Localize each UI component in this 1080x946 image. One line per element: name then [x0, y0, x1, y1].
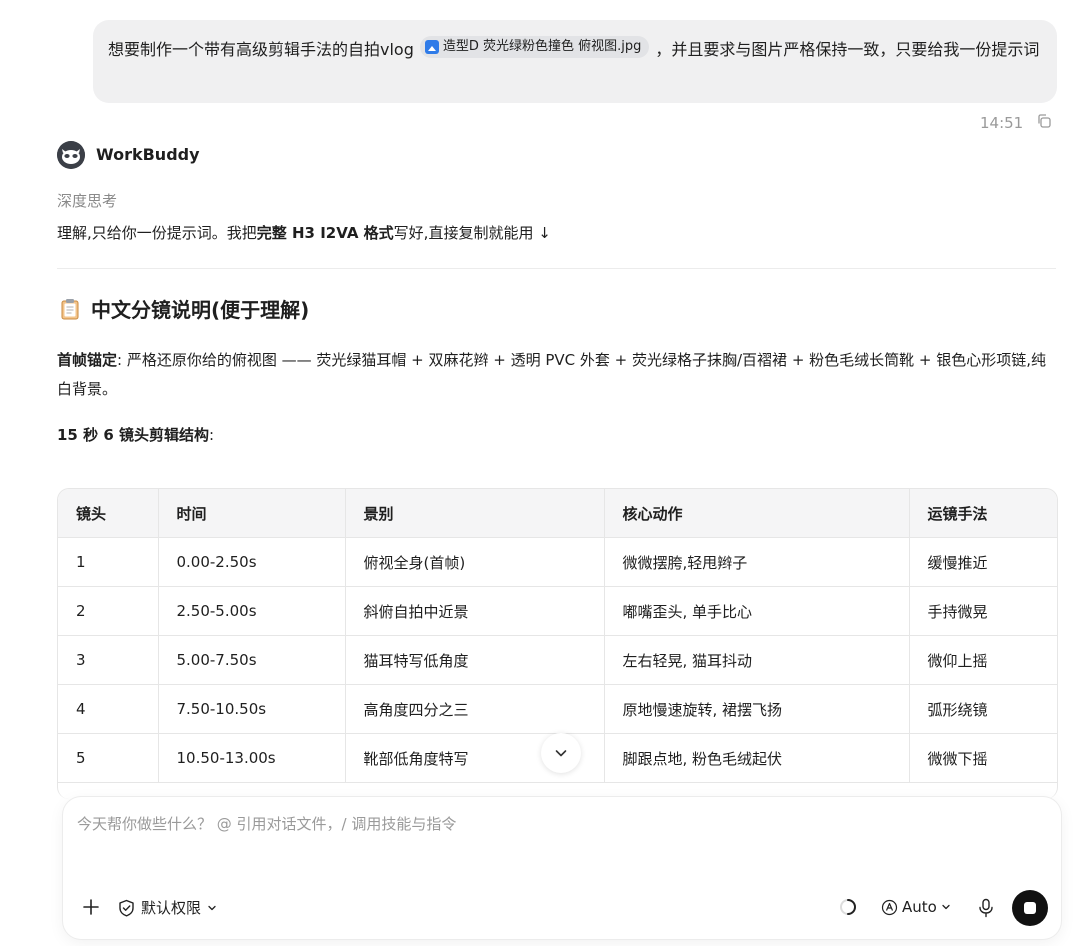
copy-icon[interactable] [1036, 113, 1052, 129]
divider [57, 268, 1056, 269]
permission-selector[interactable]: 默认权限 [118, 897, 217, 918]
table-cell: 7.50-10.50s [158, 684, 346, 734]
stop-button[interactable] [1012, 890, 1048, 926]
table-cell: 微仰上摇 [909, 635, 1057, 685]
table-header-cell: 时间 [158, 489, 346, 538]
table-cell: 3 [58, 635, 159, 685]
user-message-part2: ，并且要求与图片严格保持一致，只要给我一份提示词 [655, 40, 1040, 59]
message-composer: 默认权限 Auto [63, 797, 1061, 939]
assistant-intro: 理解,只给你一份提示词。我把完整 H3 I2VA 格式写好,直接复制就能用 ↓ [57, 222, 551, 243]
table-cell: 缓慢推近 [909, 537, 1057, 587]
user-message-text: 想要制作一个带有高级剪辑手法的自拍vlog 造型D 荧光绿粉色撞色 俯视图.jpg… [108, 33, 1048, 66]
image-file-icon [424, 40, 439, 54]
message-input[interactable] [77, 815, 1037, 833]
table-cell: 手持微晃 [909, 586, 1057, 636]
assistant-name: WorkBuddy [96, 145, 200, 164]
table-cell: 微微下摇 [909, 733, 1057, 783]
table-header-row: 镜头 时间 景别 核心动作 运镜手法 [58, 489, 1057, 538]
spinner-icon [840, 899, 856, 915]
table-header-cell: 镜头 [58, 489, 159, 538]
clipboard-icon [61, 298, 79, 319]
table-header-cell: 运镜手法 [909, 489, 1057, 538]
intro-bold: 完整 H3 I2VA 格式 [256, 224, 394, 242]
intro-text-1: 理解,只给你一份提示词。我把 [57, 224, 257, 242]
intro-text-2: 写好,直接复制就能用 ↓ [393, 224, 551, 242]
table-row: 2 2.50-5.00s 斜俯自拍中近景 嘟嘴歪头, 单手比心 手持微晃 [58, 586, 1057, 636]
workbuddy-avatar [57, 141, 85, 169]
table-cell: 4 [58, 684, 159, 734]
table-cell: 0.00-2.50s [158, 537, 346, 587]
section-title: 中文分镜说明(便于理解) [91, 298, 310, 322]
attachment-chip[interactable]: 造型D 荧光绿粉色撞色 俯视图.jpg [419, 36, 650, 58]
table-cell: 猫耳特写低角度 [345, 635, 605, 685]
table-cell: 斜俯自拍中近景 [345, 586, 605, 636]
scroll-to-bottom-button[interactable] [541, 733, 581, 773]
table-cell: 嘟嘴歪头, 单手比心 [604, 586, 910, 636]
table-cell: 2 [58, 586, 159, 636]
user-message-part1: 想要制作一个带有高级剪辑手法的自拍vlog [108, 40, 414, 59]
structure-paragraph: 15 秒 6 镜头剪辑结构: [57, 424, 214, 445]
section-heading: 中文分镜说明(便于理解) [61, 294, 309, 323]
table-header-cell: 景别 [345, 489, 605, 538]
table-cell: 2.50-5.00s [158, 586, 346, 636]
table-cell: 弧形绕镜 [909, 684, 1057, 734]
model-label: Auto [902, 898, 937, 916]
table-cell: 1 [58, 537, 159, 587]
table-row: 3 5.00-7.50s 猫耳特写低角度 左右轻晃, 猫耳抖动 微仰上摇 [58, 635, 1057, 685]
stop-icon [1024, 902, 1036, 914]
auto-mode-icon [881, 899, 898, 915]
permission-label: 默认权限 [141, 899, 202, 917]
para2-text: : [208, 426, 215, 444]
table-row: 4 7.50-10.50s 高角度四分之三 原地慢速旋转, 裙摆飞扬 弧形绕镜 [58, 684, 1057, 734]
deep-thinking-toggle[interactable]: 深度思考 [57, 190, 117, 211]
table-cell: 左右轻晃, 猫耳抖动 [604, 635, 910, 685]
para1-bold: 首帧锚定 [57, 351, 118, 369]
table-cell: 高角度四分之三 [345, 684, 605, 734]
table-row: 1 0.00-2.50s 俯视全身(首帧) 微微摆胯,轻甩辫子 缓慢推近 [58, 537, 1057, 587]
para1-text: : 严格还原你给的俯视图 —— 荧光绿猫耳帽 + 双麻花辫 + 透明 PVC 外… [57, 351, 1047, 398]
attachment-name: 造型D 荧光绿粉色撞色 俯视图.jpg [442, 39, 642, 54]
chevron-down-icon [942, 904, 950, 910]
table-cell: 微微摆胯,轻甩辫子 [604, 537, 910, 587]
table-header-cell: 核心动作 [604, 489, 910, 538]
table-cell: 5.00-7.50s [158, 635, 346, 685]
para2-bold: 15 秒 6 镜头剪辑结构 [57, 426, 209, 444]
table-cell: 原地慢速旋转, 裙摆飞扬 [604, 684, 910, 734]
microphone-icon[interactable] [977, 898, 995, 918]
table-cell: 脚跟点地, 粉色毛绒起伏 [604, 733, 910, 783]
shield-check-icon [119, 899, 134, 916]
message-timestamp: 14:51 [980, 114, 1024, 132]
chevron-down-icon [208, 905, 216, 910]
model-selector[interactable]: Auto [881, 898, 951, 916]
table-cell: 俯视全身(首帧) [345, 537, 605, 587]
chevron-down-icon [555, 750, 567, 757]
first-frame-paragraph: 首帧锚定: 严格还原你给的俯视图 —— 荧光绿猫耳帽 + 双麻花辫 + 透明 P… [57, 346, 1057, 404]
plus-icon[interactable] [81, 897, 101, 917]
table-cell: 10.50-13.00s [158, 733, 346, 783]
table-cell: 5 [58, 733, 159, 783]
